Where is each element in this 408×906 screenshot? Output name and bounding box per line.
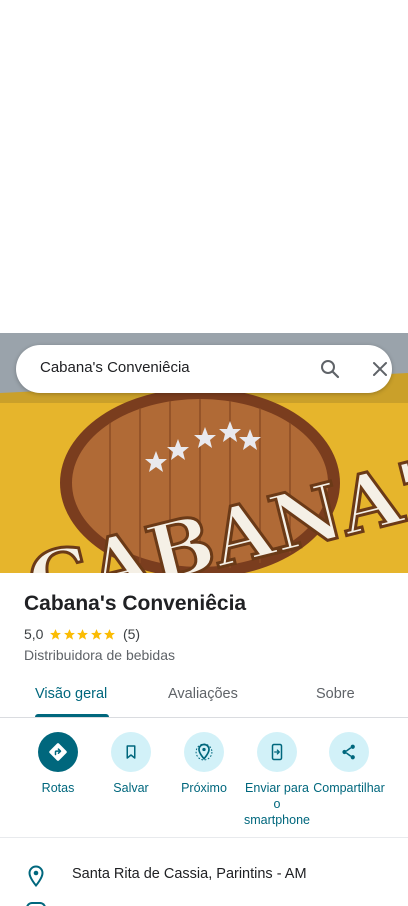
- bookmark-icon: [126, 745, 136, 759]
- address-text: Santa Rita de Cassia, Parintins - AM: [72, 866, 307, 882]
- share-icon-circle: [329, 732, 369, 772]
- review-count[interactable]: (5): [123, 626, 140, 642]
- save-label: Salvar: [113, 781, 149, 795]
- share-label: Compartilhar: [313, 781, 385, 795]
- star-icon: [91, 628, 102, 640]
- tab-bar: Visão geral Avaliações Sobre: [0, 674, 408, 718]
- star-rating: [49, 628, 117, 641]
- star-icon: [64, 628, 75, 640]
- save-icon-circle: [111, 732, 151, 772]
- nearby-button[interactable]: Próximo: [168, 732, 240, 796]
- tab-overview[interactable]: Visão geral: [35, 686, 107, 702]
- place-title: Cabana's Conveniêcia: [24, 592, 247, 615]
- star-icon: [50, 628, 62, 640]
- send-to-phone-label: Enviar para o smartphone: [243, 781, 310, 827]
- tab-about[interactable]: Sobre: [316, 686, 355, 702]
- location-pin-icon: [28, 865, 44, 888]
- place-details-page: CABANA'S Cabana's Conveniêcia Cabana's C…: [0, 0, 408, 906]
- action-buttons: Rotas Salvar Próximo Enviar para o smart…: [0, 732, 408, 838]
- nearby-label: Próximo: [181, 781, 227, 795]
- tab-selected-indicator: [35, 714, 109, 717]
- place-category[interactable]: Distribuidora de bebidas: [24, 647, 175, 663]
- send-to-phone-button[interactable]: Enviar para o smartphone: [241, 732, 313, 828]
- star-icon: [77, 628, 89, 640]
- search-input[interactable]: Cabana's Conveniêcia: [40, 359, 190, 376]
- save-button[interactable]: Salvar: [95, 732, 167, 796]
- search-bar[interactable]: Cabana's Conveniêcia: [16, 345, 392, 393]
- address-row[interactable]: Santa Rita de Cassia, Parintins - AM: [0, 852, 408, 896]
- share-button[interactable]: Compartilhar: [313, 732, 385, 796]
- share-icon: [342, 744, 355, 760]
- send-to-phone-icon-circle: [257, 732, 297, 772]
- directions-icon: [49, 743, 67, 761]
- rating-row[interactable]: 5,0 (5): [24, 626, 140, 642]
- directions-button[interactable]: Rotas: [22, 732, 94, 796]
- clock-icon: [26, 902, 46, 906]
- close-icon[interactable]: [368, 357, 392, 381]
- send-to-phone-icon: [271, 743, 283, 761]
- nearby-icon-circle: [184, 732, 224, 772]
- rating-value: 5,0: [24, 626, 44, 642]
- nearby-icon: [195, 743, 213, 761]
- map-blank-area[interactable]: [0, 0, 408, 333]
- directions-icon-circle: [38, 732, 78, 772]
- tab-reviews[interactable]: Avaliações: [168, 686, 238, 702]
- directions-label: Rotas: [41, 781, 75, 795]
- search-icon[interactable]: [318, 357, 342, 381]
- star-icon: [104, 628, 116, 640]
